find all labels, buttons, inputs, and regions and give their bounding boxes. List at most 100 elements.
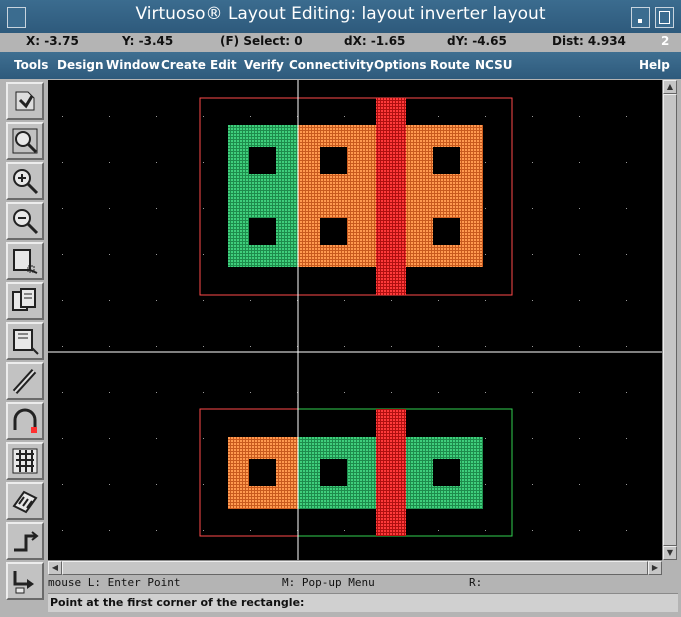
grid-dot bbox=[626, 300, 627, 301]
grid-dot bbox=[579, 254, 580, 255]
scroll-down-arrow-icon[interactable]: ▼ bbox=[663, 546, 677, 560]
grid-dot bbox=[250, 530, 251, 531]
zoom-fit-icon bbox=[12, 128, 38, 154]
grid-dot bbox=[250, 346, 251, 347]
scroll-up-arrow-icon[interactable]: ▲ bbox=[663, 80, 677, 94]
grid-dot bbox=[109, 346, 110, 347]
grid-dot bbox=[203, 162, 204, 163]
grid-dot bbox=[438, 530, 439, 531]
grid-dot bbox=[485, 300, 486, 301]
grid-dot bbox=[344, 392, 345, 393]
grid-dot bbox=[532, 116, 533, 117]
undo-tool-button[interactable] bbox=[6, 562, 44, 600]
grid-dot bbox=[579, 438, 580, 439]
menu-help[interactable]: Help bbox=[639, 58, 670, 72]
command-prompt: Point at the first corner of the rectang… bbox=[48, 593, 678, 612]
zoom-in-tool-button[interactable] bbox=[6, 162, 44, 200]
menu-verify[interactable]: Verify bbox=[244, 58, 284, 72]
zoom-in-icon bbox=[13, 169, 39, 195]
grid-dot bbox=[156, 346, 157, 347]
stretch-tool-button[interactable] bbox=[6, 242, 44, 280]
grid-dot bbox=[579, 208, 580, 209]
grid-dot bbox=[626, 484, 627, 485]
contact bbox=[320, 459, 347, 486]
grid-dot bbox=[250, 300, 251, 301]
menu-route[interactable]: Route bbox=[430, 58, 470, 72]
menu-tools[interactable]: Tools bbox=[14, 58, 48, 72]
vertical-scroll-thumb[interactable] bbox=[663, 94, 677, 546]
grid-dot bbox=[626, 438, 627, 439]
grid-dot bbox=[156, 530, 157, 531]
hierarchy-tool-button[interactable] bbox=[6, 442, 44, 480]
zoom-out-tool-button[interactable] bbox=[6, 202, 44, 240]
layout-drawing[interactable] bbox=[48, 80, 662, 560]
grid-dot bbox=[344, 116, 345, 117]
grid-dot bbox=[344, 346, 345, 347]
grid-dot bbox=[156, 392, 157, 393]
move-tool-button[interactable] bbox=[6, 322, 44, 360]
grid-dot bbox=[485, 530, 486, 531]
pmos-transistor[interactable] bbox=[199, 97, 513, 296]
menu-create[interactable]: Create bbox=[161, 58, 206, 72]
grid-dot bbox=[438, 346, 439, 347]
dx-value: dX: -1.65 bbox=[344, 34, 406, 48]
grid-dot bbox=[62, 530, 63, 531]
nmos-transistor[interactable] bbox=[199, 408, 513, 537]
grid-dot bbox=[532, 300, 533, 301]
horizontal-scrollbar[interactable]: ◀ ▶ bbox=[48, 560, 662, 575]
menu-ncsu[interactable]: NCSU bbox=[475, 58, 512, 72]
grid-dot bbox=[156, 162, 157, 163]
vertical-scrollbar[interactable]: ▲ ▼ bbox=[662, 80, 677, 560]
grid-dot bbox=[532, 530, 533, 531]
menu-design[interactable]: Design bbox=[57, 58, 104, 72]
menu-edit[interactable]: Edit bbox=[210, 58, 237, 72]
grid-dot bbox=[626, 116, 627, 117]
grid-dot bbox=[579, 162, 580, 163]
pmos-poly-gate bbox=[376, 98, 406, 295]
grid-dot bbox=[485, 116, 486, 117]
stretch-icon bbox=[13, 249, 38, 274]
dy-value: dY: -4.65 bbox=[447, 34, 507, 48]
grid-dot bbox=[626, 208, 627, 209]
arc-icon bbox=[13, 408, 37, 433]
grid-dot bbox=[109, 530, 110, 531]
grid-dot bbox=[62, 162, 63, 163]
grid-dot bbox=[156, 484, 157, 485]
ruler-tool-button[interactable] bbox=[6, 522, 44, 560]
grid-dot bbox=[203, 484, 204, 485]
menu-options[interactable]: Options bbox=[374, 58, 427, 72]
layout-canvas[interactable] bbox=[48, 80, 662, 560]
zoom-fit-tool-button[interactable] bbox=[6, 122, 44, 160]
maximize-button[interactable] bbox=[655, 7, 674, 28]
instance-tool-button[interactable] bbox=[6, 482, 44, 520]
nmos-poly-gate bbox=[376, 409, 406, 536]
grid-dot bbox=[626, 392, 627, 393]
grid-dot bbox=[579, 300, 580, 301]
grid-dot bbox=[532, 392, 533, 393]
path-tool-button[interactable] bbox=[6, 362, 44, 400]
contact bbox=[249, 459, 276, 486]
scroll-right-arrow-icon[interactable]: ▶ bbox=[648, 561, 662, 575]
grid-dot bbox=[109, 116, 110, 117]
pmos-left-diffusion bbox=[228, 125, 298, 267]
grid-dot bbox=[438, 116, 439, 117]
grid-dot bbox=[250, 392, 251, 393]
grid-dot bbox=[391, 346, 392, 347]
contact bbox=[249, 147, 276, 174]
grid-dot bbox=[156, 208, 157, 209]
minimize-button[interactable] bbox=[631, 7, 650, 28]
grid-dot bbox=[109, 438, 110, 439]
horizontal-scroll-thumb[interactable] bbox=[62, 561, 648, 575]
grid-dot bbox=[532, 438, 533, 439]
scroll-left-arrow-icon[interactable]: ◀ bbox=[48, 561, 62, 575]
menu-connectivity[interactable]: Connectivity bbox=[289, 58, 374, 72]
grid-dot bbox=[109, 300, 110, 301]
path-icon bbox=[12, 368, 37, 395]
arc-tool-button[interactable] bbox=[6, 402, 44, 440]
save-tool-button[interactable] bbox=[6, 82, 44, 120]
grid-dot bbox=[62, 300, 63, 301]
copy-tool-button[interactable] bbox=[6, 282, 44, 320]
grid-dot bbox=[109, 254, 110, 255]
grid-dot bbox=[579, 530, 580, 531]
menu-window[interactable]: Window bbox=[106, 58, 160, 72]
